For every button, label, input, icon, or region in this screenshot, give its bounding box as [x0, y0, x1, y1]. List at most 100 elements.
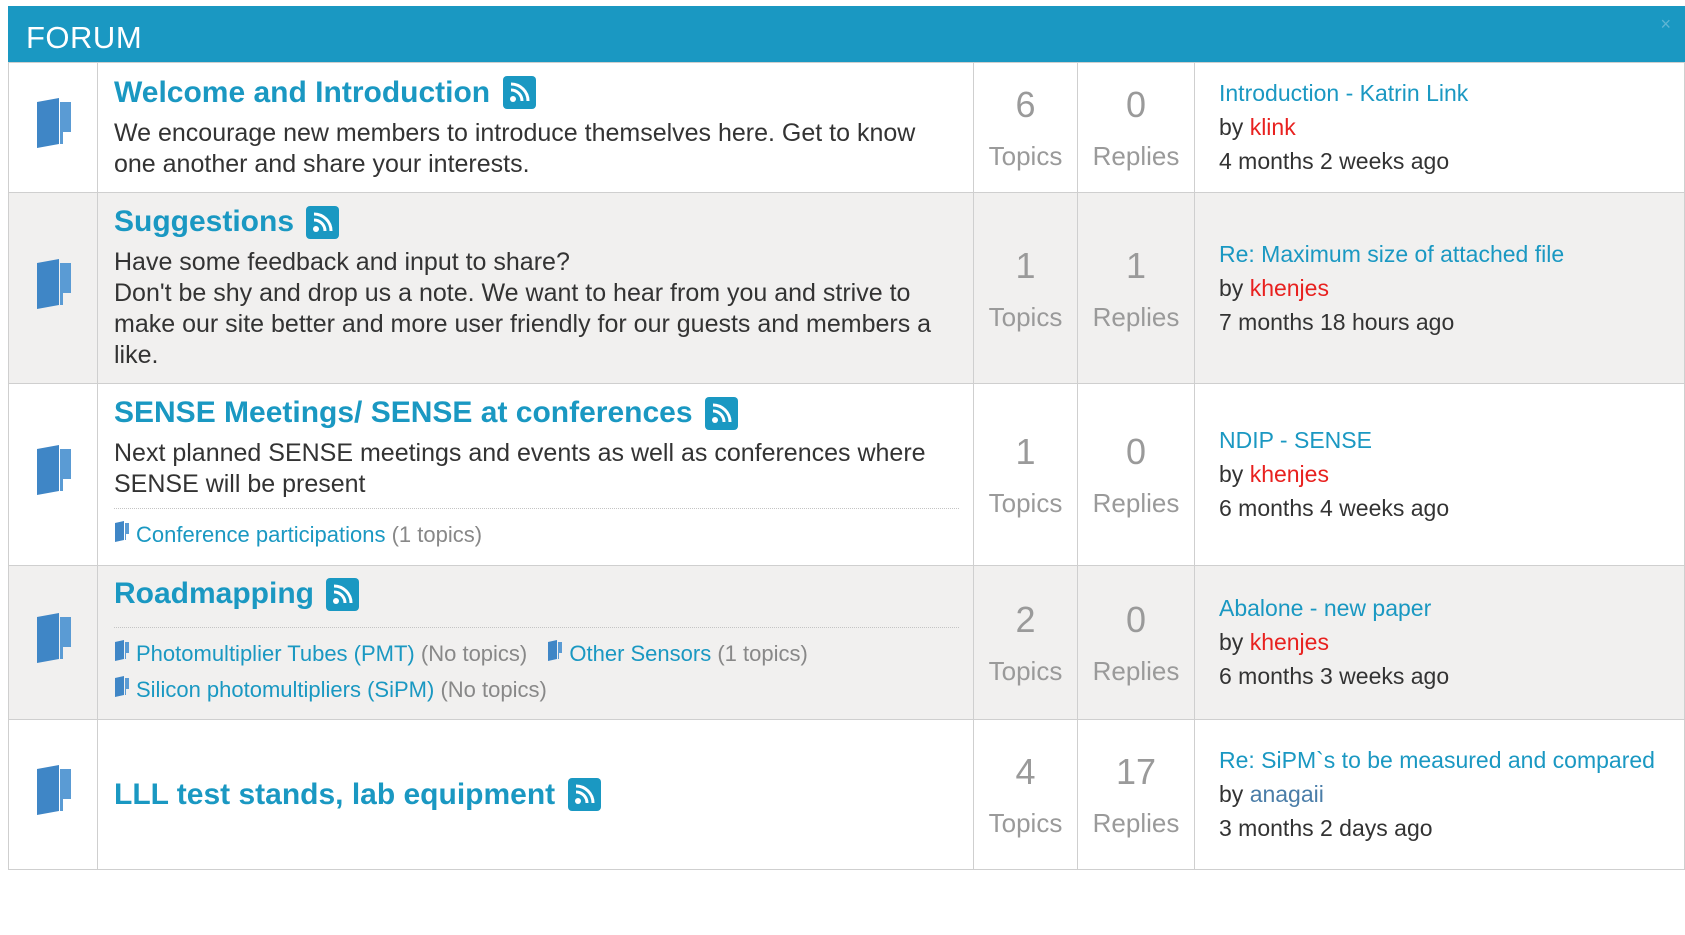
category-title-link[interactable]: Roadmapping — [114, 577, 314, 611]
subcategory-link[interactable]: Silicon photomultipliers (SiPM) — [136, 677, 434, 702]
topics-count: 4 — [1015, 751, 1036, 792]
replies-count-cell: 0 Replies — [1077, 565, 1195, 720]
replies-label: Replies — [1092, 808, 1180, 838]
subcategory-item[interactable]: Other Sensors (1 topics) — [547, 636, 808, 672]
replies-count: 1 — [1125, 244, 1147, 286]
topics-label: Topics — [988, 301, 1063, 332]
category-icon-cell — [8, 62, 98, 193]
category-description: We encourage new members to introduce th… — [114, 118, 916, 178]
folder-icon — [37, 765, 71, 815]
subcategory-count: (No topics) — [440, 677, 547, 702]
topics-count-cell: 2 Topics — [973, 565, 1078, 720]
subcategory-count: (1 topics) — [391, 522, 483, 547]
last-post-by: by khenjes — [1219, 457, 1662, 491]
topics-count-cell: 1 Topics — [973, 192, 1078, 384]
description-line: Don't be shy and drop us a note. We want… — [114, 279, 932, 369]
folder-icon — [37, 258, 71, 309]
replies-count: 0 — [1125, 84, 1147, 125]
last-post-by: by khenjes — [1219, 625, 1662, 659]
forum-title: FORUM — [26, 20, 143, 55]
topics-count-cell: 4 Topics — [973, 719, 1078, 870]
rss-icon[interactable] — [567, 778, 601, 811]
last-topic-link[interactable]: NDIP - SENSE — [1219, 424, 1662, 457]
folder-icon — [37, 613, 71, 663]
category-title-link[interactable]: Welcome and Introduction — [114, 76, 490, 110]
subcategory-link[interactable]: Photomultiplier Tubes (PMT) — [136, 641, 415, 666]
topics-count: 6 — [1015, 84, 1036, 125]
replies-count-cell: 0 Replies — [1077, 62, 1195, 193]
last-post-cell: NDIP - SENSE by khenjes 6 months 4 weeks… — [1194, 383, 1685, 566]
topics-count-cell: 6 Topics — [973, 62, 1078, 193]
last-post-by: by khenjes — [1219, 271, 1662, 305]
author-link[interactable]: khenjes — [1250, 629, 1329, 655]
category-title-link[interactable]: SENSE Meetings/ SENSE at conferences — [114, 396, 693, 430]
category-row: Roadmapping Photomultiplier Tubes (PMT) … — [8, 565, 1685, 720]
category-title-link[interactable]: Suggestions — [114, 205, 294, 239]
author-link[interactable]: khenjes — [1250, 275, 1329, 301]
folder-icon — [115, 640, 129, 661]
rss-icon[interactable] — [326, 577, 360, 611]
category-description: Have some feedback and input to share? D… — [114, 247, 959, 371]
subcategory-list: Photomultiplier Tubes (PMT) (No topics) … — [114, 627, 959, 708]
category-table: Welcome and Introduction We encourage ne… — [8, 62, 1685, 870]
last-post-by: by anagaii — [1219, 777, 1662, 811]
last-topic-link[interactable]: Abalone - new paper — [1219, 592, 1662, 625]
last-topic-link[interactable]: Introduction - Katrin Link — [1219, 77, 1662, 110]
rss-icon[interactable] — [502, 76, 536, 109]
replies-count: 0 — [1125, 431, 1147, 472]
replies-count: 17 — [1115, 751, 1157, 792]
description-line: Have some feedback and input to share? — [114, 248, 570, 276]
last-post-time: 3 months 2 days ago — [1219, 815, 1433, 841]
topics-count-cell: 1 Topics — [973, 383, 1078, 566]
replies-count-cell: 17 Replies — [1077, 719, 1195, 870]
by-label: by — [1219, 274, 1244, 301]
close-icon[interactable]: × — [1660, 14, 1671, 35]
forum-header: FORUM × — [8, 6, 1685, 62]
topics-label: Topics — [988, 141, 1063, 171]
forum-panel: FORUM × Welcome and Introduction We enco… — [8, 6, 1685, 870]
last-topic-link[interactable]: Re: SiPM`s to be measured and compared — [1219, 744, 1662, 777]
folder-icon — [115, 521, 129, 542]
subcategory-link[interactable]: Conference participations — [136, 522, 385, 547]
subcategory-link[interactable]: Other Sensors — [569, 641, 711, 666]
by-label: by — [1219, 781, 1244, 807]
last-post-by: by klink — [1219, 110, 1662, 144]
category-main: Suggestions Have some feedback and input… — [97, 192, 974, 384]
last-post-time: 6 months 3 weeks ago — [1219, 663, 1450, 689]
last-post-time: 6 months 4 weeks ago — [1219, 495, 1450, 521]
category-row: LLL test stands, lab equipment 4 Topics … — [8, 719, 1685, 870]
last-post-time: 7 months 18 hours ago — [1219, 308, 1455, 335]
subcategory-item[interactable]: Photomultiplier Tubes (PMT) (No topics) — [114, 636, 527, 672]
by-label: by — [1219, 629, 1244, 655]
category-description: Next planned SENSE meetings and events a… — [114, 439, 926, 498]
last-post-cell: Abalone - new paper by khenjes 6 months … — [1194, 565, 1685, 720]
author-link[interactable]: klink — [1250, 114, 1296, 140]
folder-icon — [548, 640, 563, 661]
last-topic-link[interactable]: Re: Maximum size of attached file — [1219, 238, 1662, 271]
category-title-link[interactable]: LLL test stands, lab equipment — [114, 778, 555, 812]
subcategory-count: (No topics) — [420, 641, 528, 666]
category-icon-cell — [8, 719, 98, 870]
replies-label: Replies — [1092, 656, 1180, 686]
folder-icon — [37, 98, 71, 148]
by-label: by — [1219, 461, 1244, 487]
subcategory-item[interactable]: Silicon photomultipliers (SiPM) (No topi… — [114, 672, 547, 708]
author-link[interactable]: anagaii — [1250, 781, 1324, 807]
last-post-cell: Introduction - Katrin Link by klink 4 mo… — [1194, 62, 1685, 193]
topics-count: 2 — [1015, 599, 1036, 640]
last-post-time: 4 months 2 weeks ago — [1219, 148, 1450, 174]
replies-count-cell: 0 Replies — [1077, 383, 1195, 566]
rss-icon[interactable] — [704, 396, 738, 430]
author-link[interactable]: khenjes — [1250, 461, 1329, 487]
category-main: Roadmapping Photomultiplier Tubes (PMT) … — [97, 565, 974, 720]
replies-count-cell: 1 Replies — [1077, 192, 1195, 384]
rss-icon[interactable] — [306, 205, 340, 239]
topics-label: Topics — [988, 808, 1063, 838]
category-icon-cell — [8, 192, 98, 384]
category-main: SENSE Meetings/ SENSE at conferences Nex… — [97, 383, 974, 566]
category-row: Suggestions Have some feedback and input… — [8, 192, 1685, 384]
topics-count: 1 — [1015, 431, 1036, 472]
subcategory-item[interactable]: Conference participations (1 topics) — [114, 517, 482, 553]
last-post-cell: Re: SiPM`s to be measured and compared b… — [1194, 719, 1685, 870]
category-main: LLL test stands, lab equipment — [97, 719, 974, 870]
